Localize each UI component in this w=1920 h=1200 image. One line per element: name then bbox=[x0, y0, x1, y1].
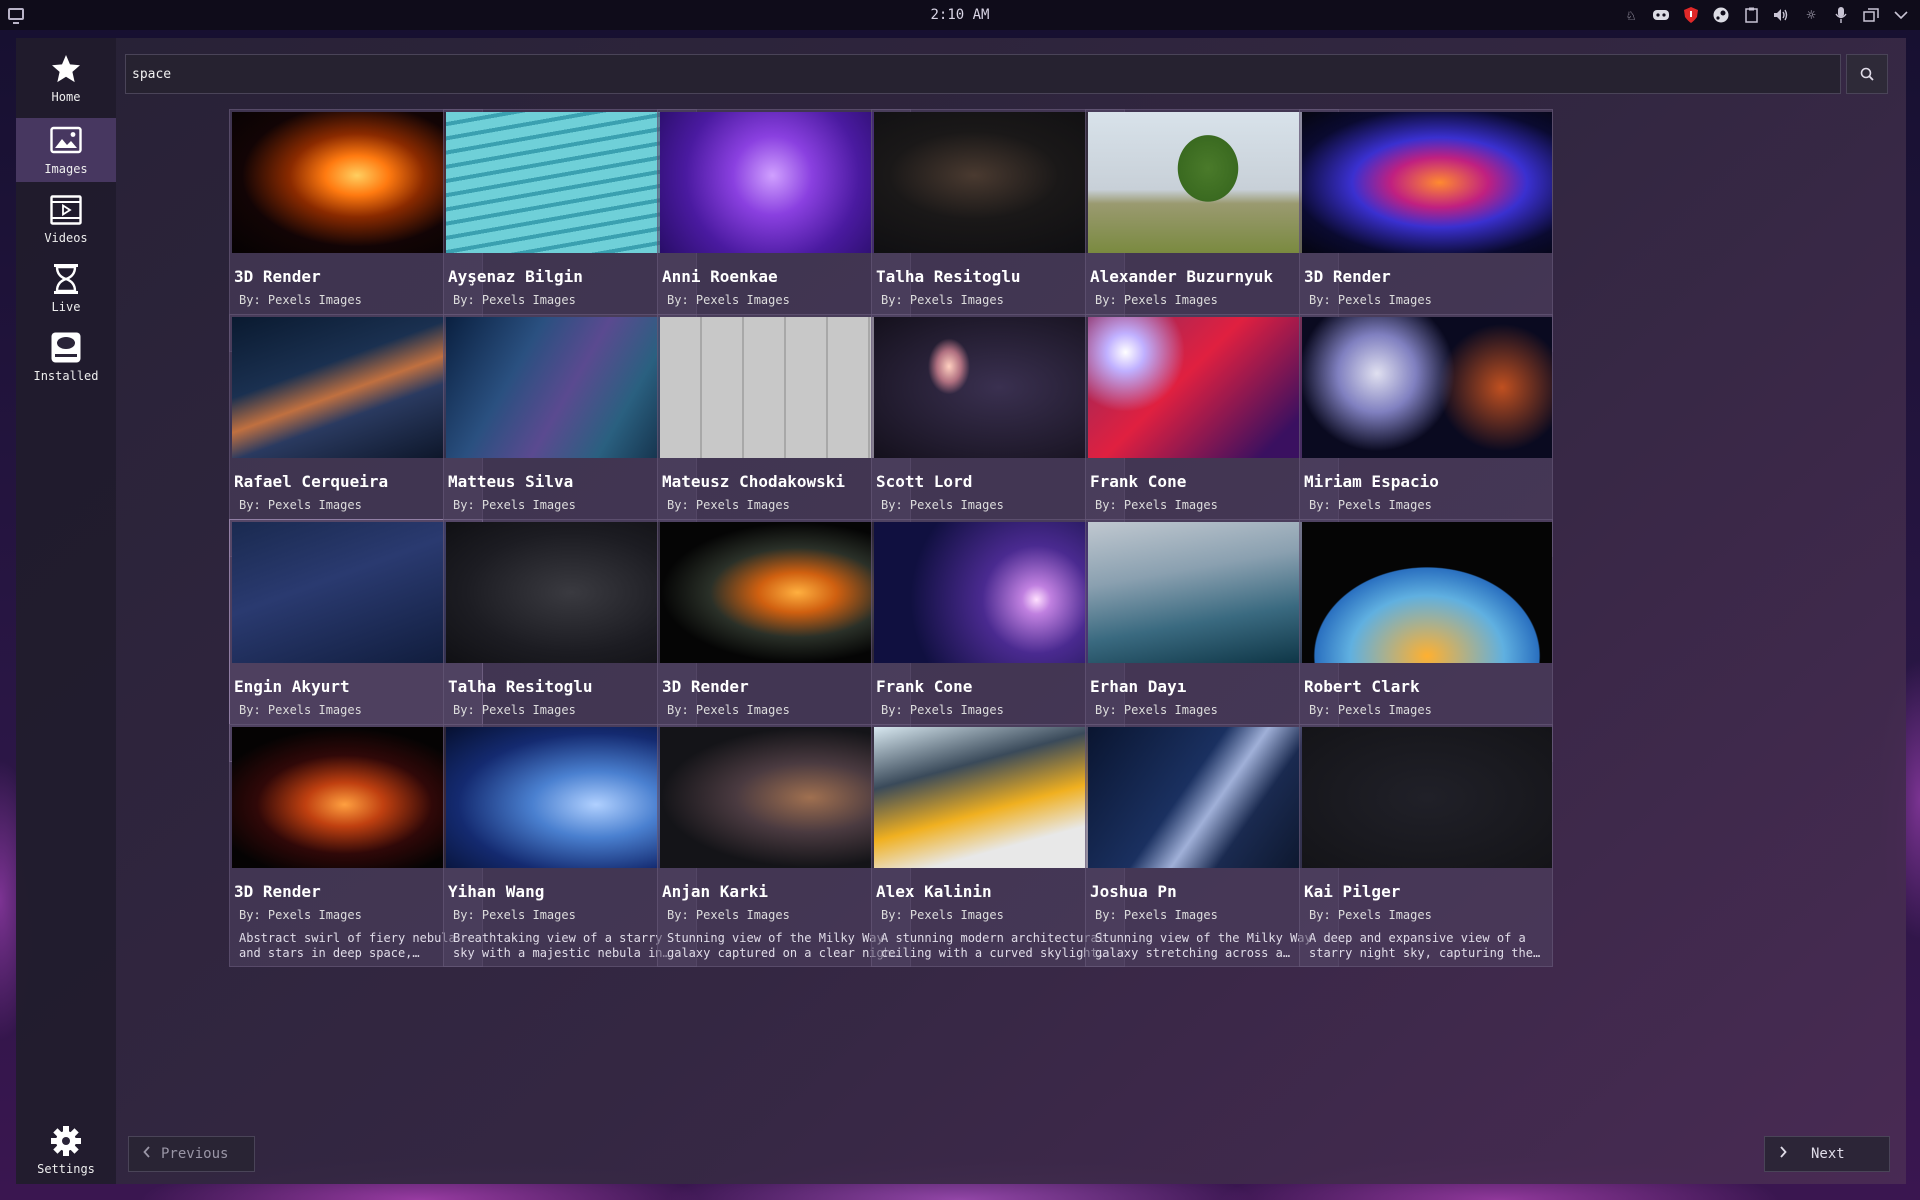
search-icon bbox=[1860, 67, 1874, 81]
sidebar: Home Images Videos Live Installed Settin… bbox=[16, 38, 116, 1184]
gear-icon bbox=[49, 1124, 83, 1158]
card-author: By: Pexels Images bbox=[1309, 293, 1432, 307]
card-author: By: Pexels Images bbox=[1309, 498, 1432, 512]
card-author: By: Pexels Images bbox=[239, 498, 362, 512]
card-thumbnail bbox=[1302, 522, 1552, 663]
card-author: By: Pexels Images bbox=[667, 293, 790, 307]
card-author: By: Pexels Images bbox=[881, 908, 1004, 922]
previous-button[interactable]: Previous bbox=[128, 1136, 255, 1172]
card-thumbnail bbox=[1302, 112, 1552, 253]
steam-icon[interactable] bbox=[1710, 4, 1732, 26]
nav-settings[interactable]: Settings bbox=[16, 1118, 116, 1182]
monitor-icon[interactable] bbox=[8, 8, 24, 24]
card-author: By: Pexels Images bbox=[1095, 498, 1218, 512]
next-label: Next bbox=[1811, 1146, 1845, 1162]
card-author: By: Pexels Images bbox=[453, 908, 576, 922]
card-author: By: Pexels Images bbox=[239, 703, 362, 717]
drive-icon bbox=[49, 331, 83, 365]
card-author: By: Pexels Images bbox=[239, 908, 362, 922]
card-author: By: Pexels Images bbox=[667, 703, 790, 717]
card-author: By: Pexels Images bbox=[1095, 703, 1218, 717]
top-panel: 2:10 AM ♘ ☼ bbox=[0, 0, 1920, 30]
card-author: By: Pexels Images bbox=[1095, 908, 1218, 922]
card-author: By: Pexels Images bbox=[453, 293, 576, 307]
nav-label: Home bbox=[51, 90, 81, 104]
system-tray: ♘ ☼ bbox=[1620, 4, 1912, 26]
previous-label: Previous bbox=[161, 1146, 229, 1162]
search-button[interactable] bbox=[1846, 54, 1888, 94]
next-button[interactable]: Next bbox=[1764, 1136, 1890, 1172]
volume-icon[interactable] bbox=[1770, 4, 1792, 26]
card-description: Breathtaking view of a starry sky with a… bbox=[453, 931, 663, 960]
card-author: By: Pexels Images bbox=[881, 498, 1004, 512]
card-description: Abstract swirl of fiery nebula and stars… bbox=[239, 931, 456, 960]
brightness-icon[interactable]: ☼ bbox=[1800, 4, 1822, 26]
nav-live[interactable]: Live bbox=[16, 256, 116, 320]
card-title: 3D Render bbox=[1304, 267, 1391, 286]
video-icon bbox=[49, 193, 83, 227]
card-author: By: Pexels Images bbox=[1309, 908, 1432, 922]
hourglass-icon bbox=[49, 262, 83, 296]
nav-home[interactable]: Home bbox=[16, 46, 116, 110]
image-icon bbox=[49, 124, 83, 158]
card-description: A stunning modern architectural ceiling … bbox=[881, 931, 1105, 960]
card-description: Stunning view of the Milky Way galaxy ca… bbox=[667, 931, 898, 960]
search-bar bbox=[125, 54, 1888, 94]
card-description: Stunning view of the Milky Way galaxy st… bbox=[1095, 931, 1312, 960]
card-author: By: Pexels Images bbox=[453, 703, 576, 717]
card-author: By: Pexels Images bbox=[881, 293, 1004, 307]
microphone-icon[interactable] bbox=[1830, 4, 1852, 26]
chevron-down-icon[interactable] bbox=[1890, 4, 1912, 26]
star-icon bbox=[49, 52, 83, 86]
image-grid: 3D RenderBy: Pexels ImagesA mesmerizing … bbox=[229, 109, 1813, 1109]
discord-icon[interactable] bbox=[1650, 4, 1672, 26]
card-author: By: Pexels Images bbox=[667, 498, 790, 512]
nav-installed[interactable]: Installed bbox=[16, 325, 116, 389]
nav-label: Live bbox=[51, 300, 81, 314]
card-title: Miriam Espacio bbox=[1304, 472, 1439, 491]
card-author: By: Pexels Images bbox=[881, 703, 1004, 717]
app-window: Home Images Videos Live Installed Settin… bbox=[16, 38, 1906, 1184]
card-title: Kai Pilger bbox=[1304, 882, 1401, 901]
card-thumbnail bbox=[1302, 317, 1552, 458]
windows-icon[interactable] bbox=[1860, 4, 1882, 26]
chevron-right-icon bbox=[1779, 1146, 1787, 1162]
card-author: By: Pexels Images bbox=[1309, 703, 1432, 717]
card-author: By: Pexels Images bbox=[1095, 293, 1218, 307]
nav-label: Settings bbox=[37, 1162, 95, 1176]
card-title: Robert Clark bbox=[1304, 677, 1420, 696]
card-author: By: Pexels Images bbox=[239, 293, 362, 307]
clipboard-icon[interactable] bbox=[1740, 4, 1762, 26]
card-author: By: Pexels Images bbox=[667, 908, 790, 922]
shield-icon[interactable] bbox=[1680, 4, 1702, 26]
nav-label: Videos bbox=[44, 231, 88, 245]
nav-label: Images bbox=[44, 162, 88, 176]
image-card[interactable]: Kai Pilger By: Pexels Images A deep and ex… bbox=[1299, 724, 1553, 967]
card-author: By: Pexels Images bbox=[453, 498, 576, 512]
nav-videos[interactable]: Videos bbox=[16, 187, 116, 251]
app-icon[interactable]: ♘ bbox=[1620, 4, 1642, 26]
nav-images[interactable]: Images bbox=[16, 118, 116, 182]
chevron-left-icon bbox=[143, 1146, 151, 1162]
search-input[interactable] bbox=[125, 54, 1841, 94]
card-thumbnail bbox=[1302, 727, 1552, 868]
card-description: A deep and expansive view of a starry ni… bbox=[1309, 931, 1533, 960]
nav-label: Installed bbox=[33, 369, 99, 383]
